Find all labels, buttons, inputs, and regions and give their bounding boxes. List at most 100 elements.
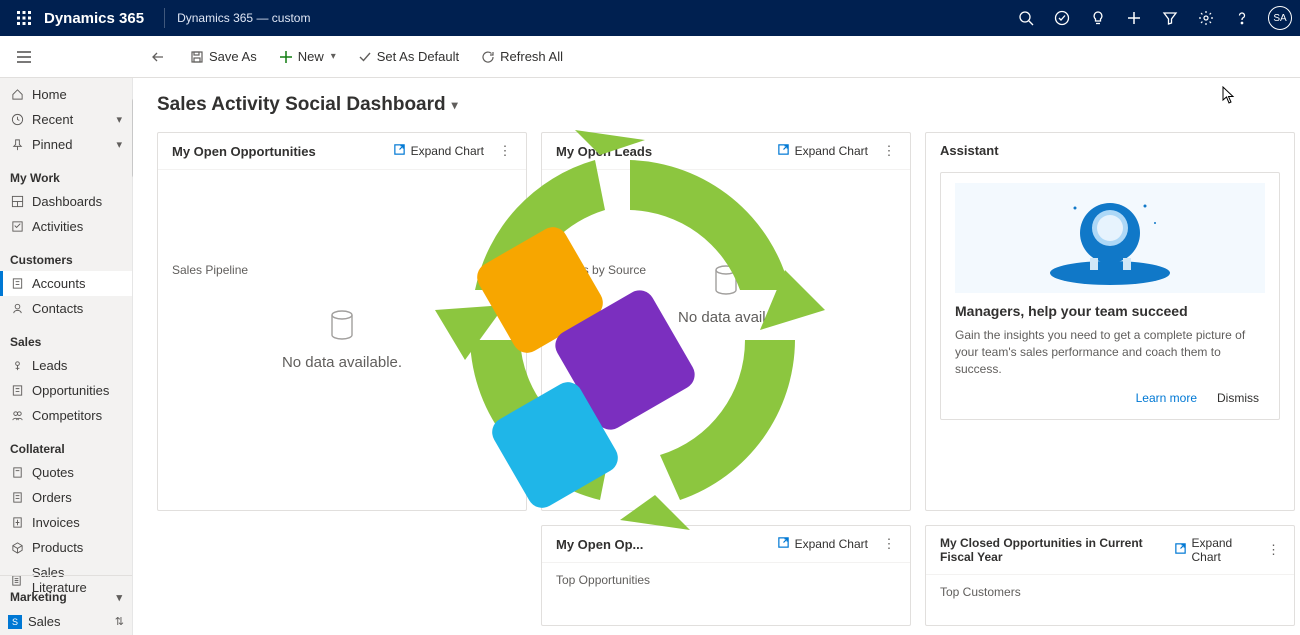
card-subtitle: Top Opportunities: [556, 573, 896, 587]
sidebar-item-home[interactable]: Home: [0, 82, 132, 107]
header-icons: SA: [1010, 2, 1292, 34]
chevron-down-icon: ▾: [331, 51, 336, 62]
check-icon: [358, 50, 372, 64]
sidebar-item-activities[interactable]: Activities: [0, 214, 132, 239]
card-title: My Open Op...: [556, 537, 643, 552]
card-assistant: Assistant: [925, 132, 1295, 511]
plus-icon[interactable]: [1118, 2, 1150, 34]
card-title: My Closed Opportunities in Current Fisca…: [940, 536, 1174, 564]
chevron-icon: ▾: [116, 591, 122, 604]
sidebar-item-competitors[interactable]: Competitors: [0, 403, 132, 428]
database-icon: [282, 309, 402, 344]
user-avatar[interactable]: SA: [1268, 6, 1292, 30]
divider: [164, 8, 165, 28]
more-icon[interactable]: ⋮: [1267, 542, 1280, 558]
more-icon[interactable]: ⋮: [882, 143, 896, 159]
expand-chart-button[interactable]: Expand Chart: [1174, 536, 1253, 564]
search-icon[interactable]: [1010, 2, 1042, 34]
command-bar: Save As New ▾ Set As Default Refresh All: [0, 36, 1300, 78]
set-default-button[interactable]: Set As Default: [354, 45, 463, 68]
sidebar-item-orders[interactable]: Orders: [0, 485, 132, 510]
assistant-insight-card: Managers, help your team succeed Gain th…: [940, 172, 1280, 420]
expand-chart-button[interactable]: Expand Chart: [393, 143, 484, 159]
sidebar-item-invoices[interactable]: Invoices: [0, 510, 132, 535]
chevron-down-icon: ▾: [452, 98, 458, 112]
sidebar-item-quotes[interactable]: Quotes: [0, 460, 132, 485]
card-open-opportunities: My Open Opportunities Expand Chart ⋮ Sal…: [157, 132, 527, 511]
brand-label[interactable]: Dynamics 365: [44, 10, 144, 27]
expand-chart-button[interactable]: Expand Chart: [777, 143, 868, 159]
sidebar-item-dashboards[interactable]: Dashboards: [0, 189, 132, 214]
pin-icon: [10, 138, 24, 152]
app-subtitle[interactable]: Dynamics 365 — custom: [177, 11, 310, 25]
help-icon[interactable]: [1226, 2, 1258, 34]
app-icon: S: [8, 615, 22, 629]
assistant-illustration: [955, 183, 1265, 293]
sidebar-section-mywork: My Work: [0, 157, 132, 189]
set-default-label: Set As Default: [377, 49, 459, 64]
sidebar-item-products[interactable]: Products: [0, 535, 132, 560]
sidebar-item-pinned[interactable]: Pinned▾: [0, 132, 132, 157]
sidebar: Home Recent▾ Pinned▾ My Work Dashboards …: [0, 78, 133, 635]
sidebar-item-contacts[interactable]: Contacts: [0, 296, 132, 321]
card-subtitle: Top Customers: [940, 585, 1280, 599]
new-button[interactable]: New ▾: [275, 45, 340, 68]
refresh-icon: [481, 50, 495, 64]
chevron-updown-icon: ⇅: [115, 615, 124, 628]
no-data: No data available.: [282, 309, 402, 371]
sidebar-section-sales: Sales: [0, 321, 132, 353]
save-as-label: Save As: [209, 49, 257, 64]
more-icon[interactable]: ⋮: [882, 536, 896, 552]
app-launcher-icon[interactable]: [8, 2, 40, 34]
invoices-icon: [10, 516, 24, 530]
save-icon: [190, 50, 204, 64]
gear-icon[interactable]: [1190, 2, 1222, 34]
cursor-icon: [1222, 86, 1236, 107]
card-open-opp2: My Open Op... Expand Chart ⋮ Top Opportu…: [541, 525, 911, 626]
save-as-button[interactable]: Save As: [186, 45, 261, 68]
back-icon[interactable]: [148, 50, 168, 64]
opportunities-icon: [10, 384, 24, 398]
sidebar-item-leads[interactable]: Leads: [0, 353, 132, 378]
database-icon: [678, 264, 774, 299]
card-subtitle: Leads by Source: [556, 263, 646, 277]
expand-icon: [1174, 542, 1187, 558]
main-content: Sales Activity Social Dashboard ▾ My Ope…: [133, 78, 1300, 635]
expand-icon: [393, 143, 406, 159]
chevron-down-icon: ▾: [116, 113, 122, 126]
learn-more-link[interactable]: Learn more: [1136, 391, 1197, 405]
sidebar-item-opportunities[interactable]: Opportunities: [0, 378, 132, 403]
card-closed-opp: My Closed Opportunities in Current Fisca…: [925, 525, 1295, 626]
no-data: No data availa: [678, 264, 774, 326]
quotes-icon: [10, 466, 24, 480]
sidebar-section-marketing[interactable]: Marketing▾: [0, 576, 132, 608]
sidebar-section-collateral: Collateral: [0, 428, 132, 460]
app-picker[interactable]: S Sales ⇅: [0, 608, 132, 635]
leads-icon: [10, 359, 24, 373]
expand-icon: [777, 536, 790, 552]
sidebar-toggle-icon[interactable]: [14, 50, 34, 64]
refresh-button[interactable]: Refresh All: [477, 45, 567, 68]
new-label: New: [298, 49, 324, 64]
sidebar-section-customers: Customers: [0, 239, 132, 271]
card-title: My Open Leads: [556, 144, 652, 159]
sidebar-item-recent[interactable]: Recent▾: [0, 107, 132, 132]
dashboard-title[interactable]: Sales Activity Social Dashboard ▾: [157, 94, 1276, 116]
filter-icon[interactable]: [1154, 2, 1186, 34]
assistant-body: Gain the insights you need to get a comp…: [955, 327, 1265, 377]
more-icon[interactable]: ⋮: [498, 143, 512, 159]
products-icon: [10, 541, 24, 555]
bulb-icon[interactable]: [1082, 2, 1114, 34]
dismiss-button[interactable]: Dismiss: [1217, 391, 1259, 405]
expand-chart-button[interactable]: Expand Chart: [777, 536, 868, 552]
accounts-icon: [10, 277, 24, 291]
dashboard-icon: [10, 195, 24, 209]
plus-icon: [279, 50, 293, 64]
card-title: Assistant: [940, 143, 999, 158]
card-open-leads: My Open Leads Expand Chart ⋮ Leads by So…: [541, 132, 911, 511]
global-header: Dynamics 365 Dynamics 365 — custom SA: [0, 0, 1300, 36]
task-icon[interactable]: [1046, 2, 1078, 34]
sidebar-item-accounts[interactable]: Accounts: [0, 271, 132, 296]
activities-icon: [10, 220, 24, 234]
clock-icon: [10, 113, 24, 127]
